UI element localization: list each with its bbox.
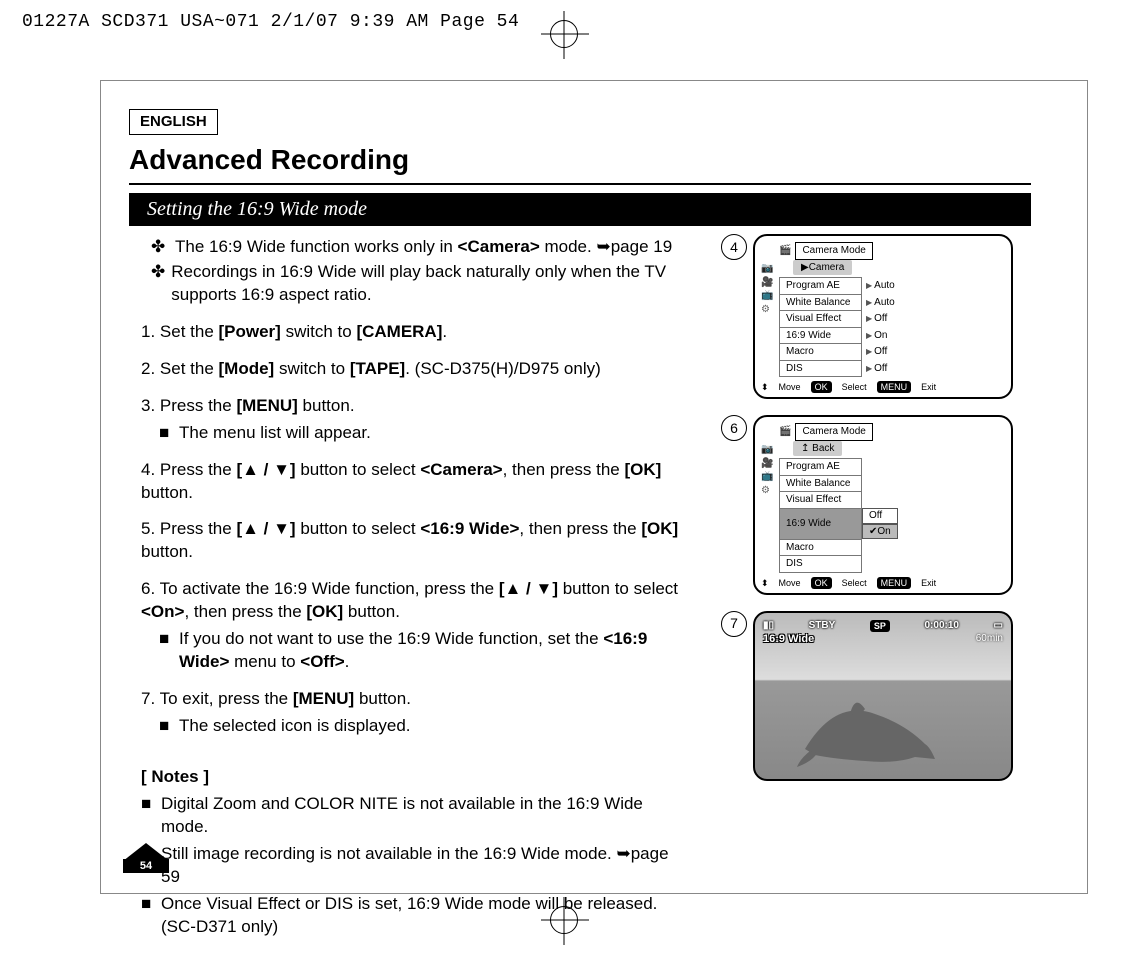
menu-pill: MENU <box>877 577 912 589</box>
print-job-header: 01227A SCD371 USA~071 2/1/07 9:39 AM Pag… <box>22 10 519 34</box>
ok-pill: OK <box>811 381 832 393</box>
menu-title: Camera Mode <box>795 423 872 441</box>
figure-number-badge: 6 <box>721 415 747 441</box>
diamond-bullet-icon: ✤ <box>151 236 169 259</box>
remaining-time: 60min <box>976 632 1003 647</box>
square-bullet-icon: ■ <box>141 893 153 939</box>
section-heading: Setting the 16:9 Wide mode <box>129 193 1031 226</box>
square-bullet-icon: ■ <box>141 793 153 839</box>
step-4: 4. Press the [▲ / ▼] button to select <C… <box>141 459 691 505</box>
timecode: 0:00:10 <box>924 619 958 633</box>
step-6: 6. To activate the 16:9 Wide function, p… <box>141 578 691 624</box>
note-item: Digital Zoom and COLOR NITE is not avail… <box>161 793 691 839</box>
menu-footer: ⬍Move OKSelect MENUExit <box>761 381 1003 393</box>
menu-subtitle: ▶Camera <box>793 260 852 276</box>
menu-footer: ⬍Move OKSelect MENUExit <box>761 577 1003 589</box>
ok-pill: OK <box>811 577 832 589</box>
menu-pill: MENU <box>877 381 912 393</box>
intro-line: Recordings in 16:9 Wide will play back n… <box>171 261 691 307</box>
tape-icon: ▭ <box>994 619 1003 633</box>
square-bullet-icon: ■ <box>159 422 171 445</box>
note-item: Once Visual Effect or DIS is set, 16:9 W… <box>161 893 691 939</box>
figure-number-badge: 4 <box>721 234 747 260</box>
option-off: Off <box>862 508 898 524</box>
step-5: 5. Press the [▲ / ▼] button to select <1… <box>141 518 691 564</box>
substep-text: If you do not want to use the 16:9 Wide … <box>179 628 691 674</box>
main-text-column: ✤ The 16:9 Wide function works only in <… <box>129 234 691 939</box>
camcorder-icon: 🎬 <box>779 244 791 258</box>
step-2: 2. Set the [Mode] switch to [TAPE]. (SC-… <box>141 358 691 381</box>
language-badge: ENGLISH <box>129 109 218 135</box>
menu-items-table: Program AEAuto White BalanceAuto Visual … <box>779 277 900 377</box>
figure-column: 4 📷🎥📺⚙ 🎬 Camera Mode ▶Camera Program AEAu… <box>721 234 1031 939</box>
menu-category-icons: 📷🎥📺⚙ <box>761 443 773 497</box>
substep-text: The menu list will appear. <box>179 422 371 445</box>
wide-indicator: 16:9 Wide <box>763 632 814 647</box>
updown-icon: ⬍ <box>761 577 769 589</box>
step-1: 1. Set the [Power] switch to [CAMERA]. <box>141 321 691 344</box>
page-frame: ENGLISH Advanced Recording Setting the 1… <box>100 80 1088 894</box>
step-7: 7. To exit, press the [MENU] button. <box>141 688 691 711</box>
diamond-bullet-icon: ✤ <box>151 261 165 307</box>
menu-category-icons: 📷🎥📺⚙ <box>761 262 773 316</box>
updown-icon: ⬍ <box>761 381 769 393</box>
option-on: ✔On <box>862 524 898 540</box>
square-bullet-icon: ■ <box>159 715 171 738</box>
page-number-badge: 54 <box>123 843 169 873</box>
menu-subtitle: ↥ Back <box>793 441 842 457</box>
square-bullet-icon: ■ <box>159 628 171 674</box>
page-number: 54 <box>123 859 169 873</box>
substep-text: The selected icon is displayed. <box>179 715 411 738</box>
dolphin-illustration <box>795 689 945 769</box>
step-3: 3. Press the [MENU] button. <box>141 395 691 418</box>
registration-mark-icon <box>550 20 578 48</box>
menu-title: Camera Mode <box>795 242 872 260</box>
figure-number-badge: 7 <box>721 611 747 637</box>
notes-heading: [ Notes ] <box>141 766 691 789</box>
back-arrow-icon: ↥ <box>801 443 812 454</box>
camera-menu-panel: 📷🎥📺⚙ 🎬 Camera Mode ▶Camera Program AEAuto… <box>753 234 1013 399</box>
battery-icon: ▮▯ <box>763 619 774 633</box>
page-title: Advanced Recording <box>129 141 1031 185</box>
intro-line: The 16:9 Wide function works only in <Ca… <box>175 236 672 259</box>
preview-screen: ▮▯ STBY SP 0:00:10 ▭ 16:9 Wide 60min <box>753 611 1013 781</box>
sp-pill: SP <box>870 620 890 632</box>
menu-items-table: Program AE White Balance Visual Effect 1… <box>779 458 899 573</box>
note-item: Still image recording is not available i… <box>161 843 691 889</box>
camcorder-icon: 🎬 <box>779 425 791 439</box>
camera-menu-panel: 📷🎥📺⚙ 🎬 Camera Mode ↥ Back Program AE Whit… <box>753 415 1013 595</box>
stby-label: STBY <box>809 619 836 633</box>
